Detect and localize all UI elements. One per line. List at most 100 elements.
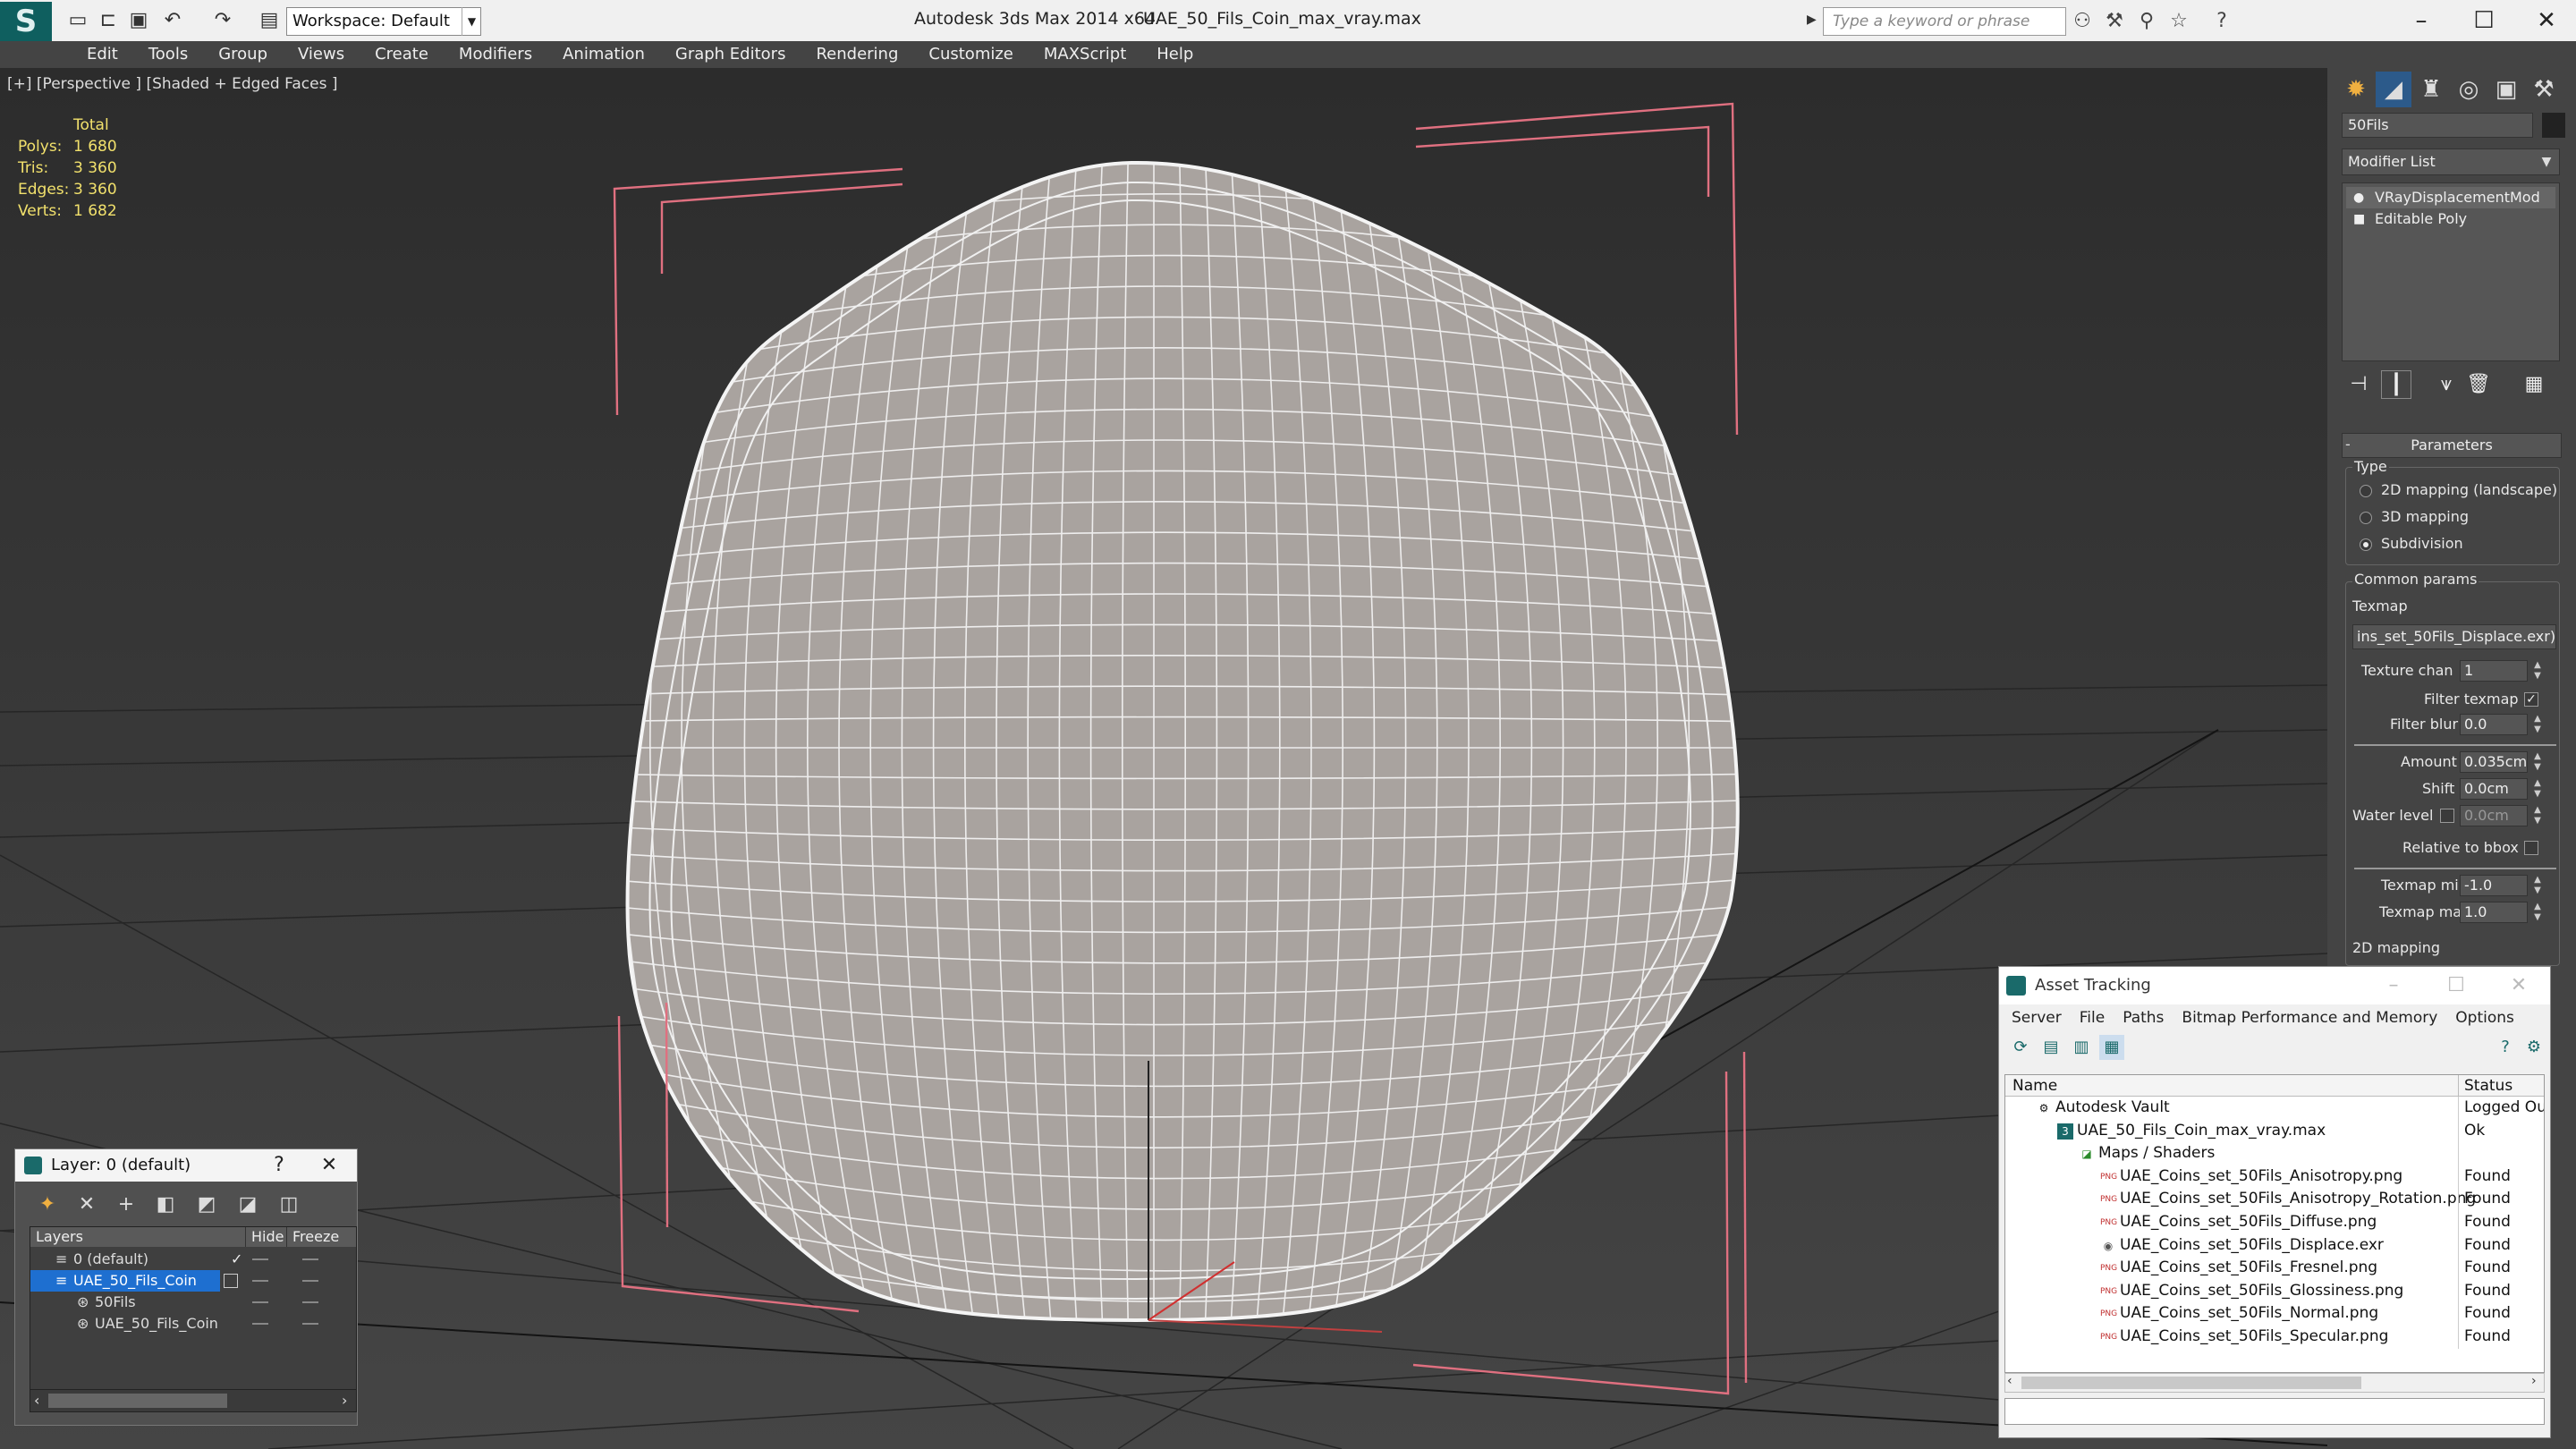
delete-layer-icon[interactable]: ✕ [71, 1191, 103, 1219]
column-freeze[interactable]: Freeze [286, 1227, 339, 1247]
open-file-icon[interactable]: ⊏ [93, 5, 123, 36]
menu-group[interactable]: Group [203, 41, 283, 68]
chevron-down-icon[interactable]: ▼ [462, 7, 481, 36]
scroll-right-icon[interactable]: › [342, 1392, 347, 1409]
shift-spinner[interactable]: ▲ ▼ [2531, 778, 2544, 800]
menu-paths[interactable]: Paths [2114, 1004, 2173, 1031]
layer-object-row[interactable]: ⊛ 50Fils [30, 1292, 356, 1313]
motion-tab-icon[interactable]: ◎ [2451, 72, 2487, 107]
table-row[interactable]: PNG UAE_Coins_set_50Fils_Fresnel.png Found [2005, 1257, 2544, 1280]
pin-stack-icon[interactable]: ⊣ [2343, 370, 2374, 399]
scroll-left-icon[interactable]: ‹ [34, 1392, 39, 1409]
freeze-all-layers-icon[interactable]: ◫ [273, 1191, 305, 1219]
menu-graph-editors[interactable]: Graph Editors [660, 41, 801, 68]
modify-tab-icon[interactable]: ◢ [2376, 72, 2411, 107]
project-folder-icon[interactable]: ▤ [254, 5, 284, 36]
texmap-button[interactable]: ins_set_50Fils_Displace.exr) [2352, 624, 2556, 649]
filter-texmap-checkbox[interactable]: ✓ [2524, 692, 2538, 707]
radio-2d-mapping-label[interactable]: 2D mapping (landscape) [2381, 481, 2557, 498]
radio-subdivision[interactable] [2360, 538, 2372, 551]
highlight-layer-icon[interactable]: ◩ [191, 1191, 223, 1219]
select-layer-objects-icon[interactable]: ◧ [149, 1191, 182, 1219]
column-hide[interactable]: Hide [245, 1227, 284, 1247]
show-end-result-icon[interactable]: ┃ [2381, 370, 2411, 399]
water-level-spinner[interactable]: ▲ ▼ [2531, 805, 2544, 826]
menu-file[interactable]: File [2071, 1004, 2114, 1031]
expand-icon[interactable]: ■ [2353, 208, 2365, 230]
menu-views[interactable]: Views [283, 41, 360, 68]
help-icon[interactable]: ? [2493, 1035, 2518, 1060]
texmap-max-input[interactable]: 1.0 [2460, 902, 2528, 923]
utilities-tab-icon[interactable]: ⚒ [2526, 72, 2562, 107]
close-icon[interactable]: ✕ [307, 1149, 352, 1182]
relative-bbox-checkbox[interactable] [2524, 841, 2538, 855]
close-icon[interactable]: ✕ [2515, 4, 2576, 38]
scroll-left-icon[interactable]: ‹ [2007, 1374, 2012, 1388]
column-layers[interactable]: Layers [36, 1227, 83, 1247]
water-level-checkbox[interactable] [2440, 809, 2454, 823]
object-color-swatch[interactable] [2542, 113, 2565, 138]
freeze-toggle[interactable] [302, 1323, 318, 1325]
minimize-icon[interactable]: – [2362, 969, 2425, 1003]
communication-icon[interactable]: ⚲ [2132, 7, 2161, 36]
column-status[interactable]: Status [2458, 1075, 2544, 1096]
save-file-icon[interactable]: ▣ [123, 5, 154, 36]
amount-spinner[interactable]: ▲ ▼ [2531, 751, 2544, 773]
layer-row-selected[interactable]: ≡ UAE_50_Fils_Coin [30, 1270, 220, 1292]
water-level-input[interactable]: 0.0cm [2460, 805, 2528, 826]
remove-modifier-icon[interactable]: 🗑 [2463, 370, 2494, 399]
filter-blur-input[interactable]: 0.0 [2460, 714, 2528, 735]
list-view-icon[interactable]: ▤ [2038, 1035, 2063, 1060]
menu-rendering[interactable]: Rendering [801, 41, 913, 68]
scrollbar-thumb[interactable] [2021, 1377, 2361, 1389]
maximize-icon[interactable]: ☐ [2453, 4, 2515, 38]
amount-input[interactable]: 0.035cm [2460, 751, 2528, 773]
workspace-dropdown[interactable]: Workspace: Default [286, 7, 481, 36]
table-row[interactable]: PNG UAE_Coins_set_50Fils_Glossiness.png Fo… [2005, 1279, 2544, 1303]
search-input[interactable]: Type a keyword or phrase [1823, 7, 2066, 36]
horizontal-scrollbar[interactable]: ‹ › [2004, 1373, 2545, 1393]
radio-2d-mapping[interactable] [2360, 485, 2372, 497]
maximize-icon[interactable]: ☐ [2425, 969, 2487, 1003]
filter-blur-spinner[interactable]: ▲ ▼ [2531, 714, 2544, 735]
menu-edit[interactable]: Edit [72, 41, 133, 68]
table-row[interactable]: ◉ UAE_Coins_set_50Fils_Displace.exr Found [2005, 1233, 2544, 1258]
create-layer-icon[interactable]: ✦ [31, 1191, 64, 1219]
table-row[interactable]: PNG UAE_Coins_set_50Fils_Anisotropy.png Fo… [2005, 1165, 2544, 1189]
favorites-star-icon[interactable]: ☆ [2165, 7, 2193, 36]
minimize-icon[interactable]: – [2390, 4, 2453, 38]
freeze-toggle[interactable] [302, 1301, 318, 1303]
column-name[interactable]: Name [2012, 1075, 2057, 1097]
viewport-label[interactable]: [+] [Perspective ] [Shaded + Edged Faces… [7, 75, 337, 93]
undo-icon[interactable]: ↶ [157, 5, 188, 36]
radio-3d-mapping-label[interactable]: 3D mapping [2381, 508, 2469, 525]
help-icon[interactable]: ? [2207, 7, 2236, 36]
asset-path-field[interactable] [2004, 1398, 2545, 1425]
table-row[interactable]: PNG UAE_Coins_set_50Fils_Diffuse.png Found [2005, 1211, 2544, 1234]
menu-bitmap-performance[interactable]: Bitmap Performance and Memory [2173, 1004, 2446, 1031]
texture-chan-input[interactable]: 1 [2460, 660, 2528, 682]
table-view-icon[interactable]: ▦ [2099, 1035, 2124, 1060]
menu-options[interactable]: Options [2446, 1004, 2523, 1031]
app-logo-icon[interactable]: S [0, 2, 52, 41]
table-row[interactable]: PNG UAE_Coins_set_50Fils_Specular.png Foun… [2005, 1326, 2544, 1349]
chevron-down-icon[interactable]: ▼ [2533, 148, 2560, 175]
parameters-rollout-header[interactable]: Parameters [2342, 433, 2562, 458]
hierarchy-tab-icon[interactable]: ♜ [2413, 72, 2449, 107]
set-current-checkbox[interactable] [224, 1274, 238, 1288]
redo-icon[interactable]: ↷ [208, 5, 238, 36]
create-tab-sun-icon[interactable]: ✹ [2338, 72, 2374, 107]
table-row[interactable]: PNG UAE_Coins_set_50Fils_Anisotropy_Rotat… [2005, 1188, 2544, 1211]
menu-tools[interactable]: Tools [133, 41, 203, 68]
display-tab-icon[interactable]: ▣ [2488, 72, 2524, 107]
lightbulb-icon[interactable]: ● [2353, 187, 2364, 208]
table-row[interactable]: PNG UAE_Coins_set_50Fils_Normal.png Found [2005, 1302, 2544, 1326]
hide-all-layers-icon[interactable]: ◪ [232, 1191, 264, 1219]
texmap-max-spinner[interactable]: ▲ ▼ [2531, 902, 2544, 923]
add-to-layer-icon[interactable]: + [110, 1191, 142, 1219]
subscription-icon[interactable]: ⚒ [2100, 7, 2129, 36]
modifier-list-dropdown[interactable]: Modifier List [2342, 148, 2560, 175]
menu-server[interactable]: Server [2003, 1004, 2071, 1031]
configure-modifier-sets-icon[interactable]: ▦ [2519, 370, 2549, 399]
texmap-min-input[interactable]: -1.0 [2460, 875, 2528, 896]
